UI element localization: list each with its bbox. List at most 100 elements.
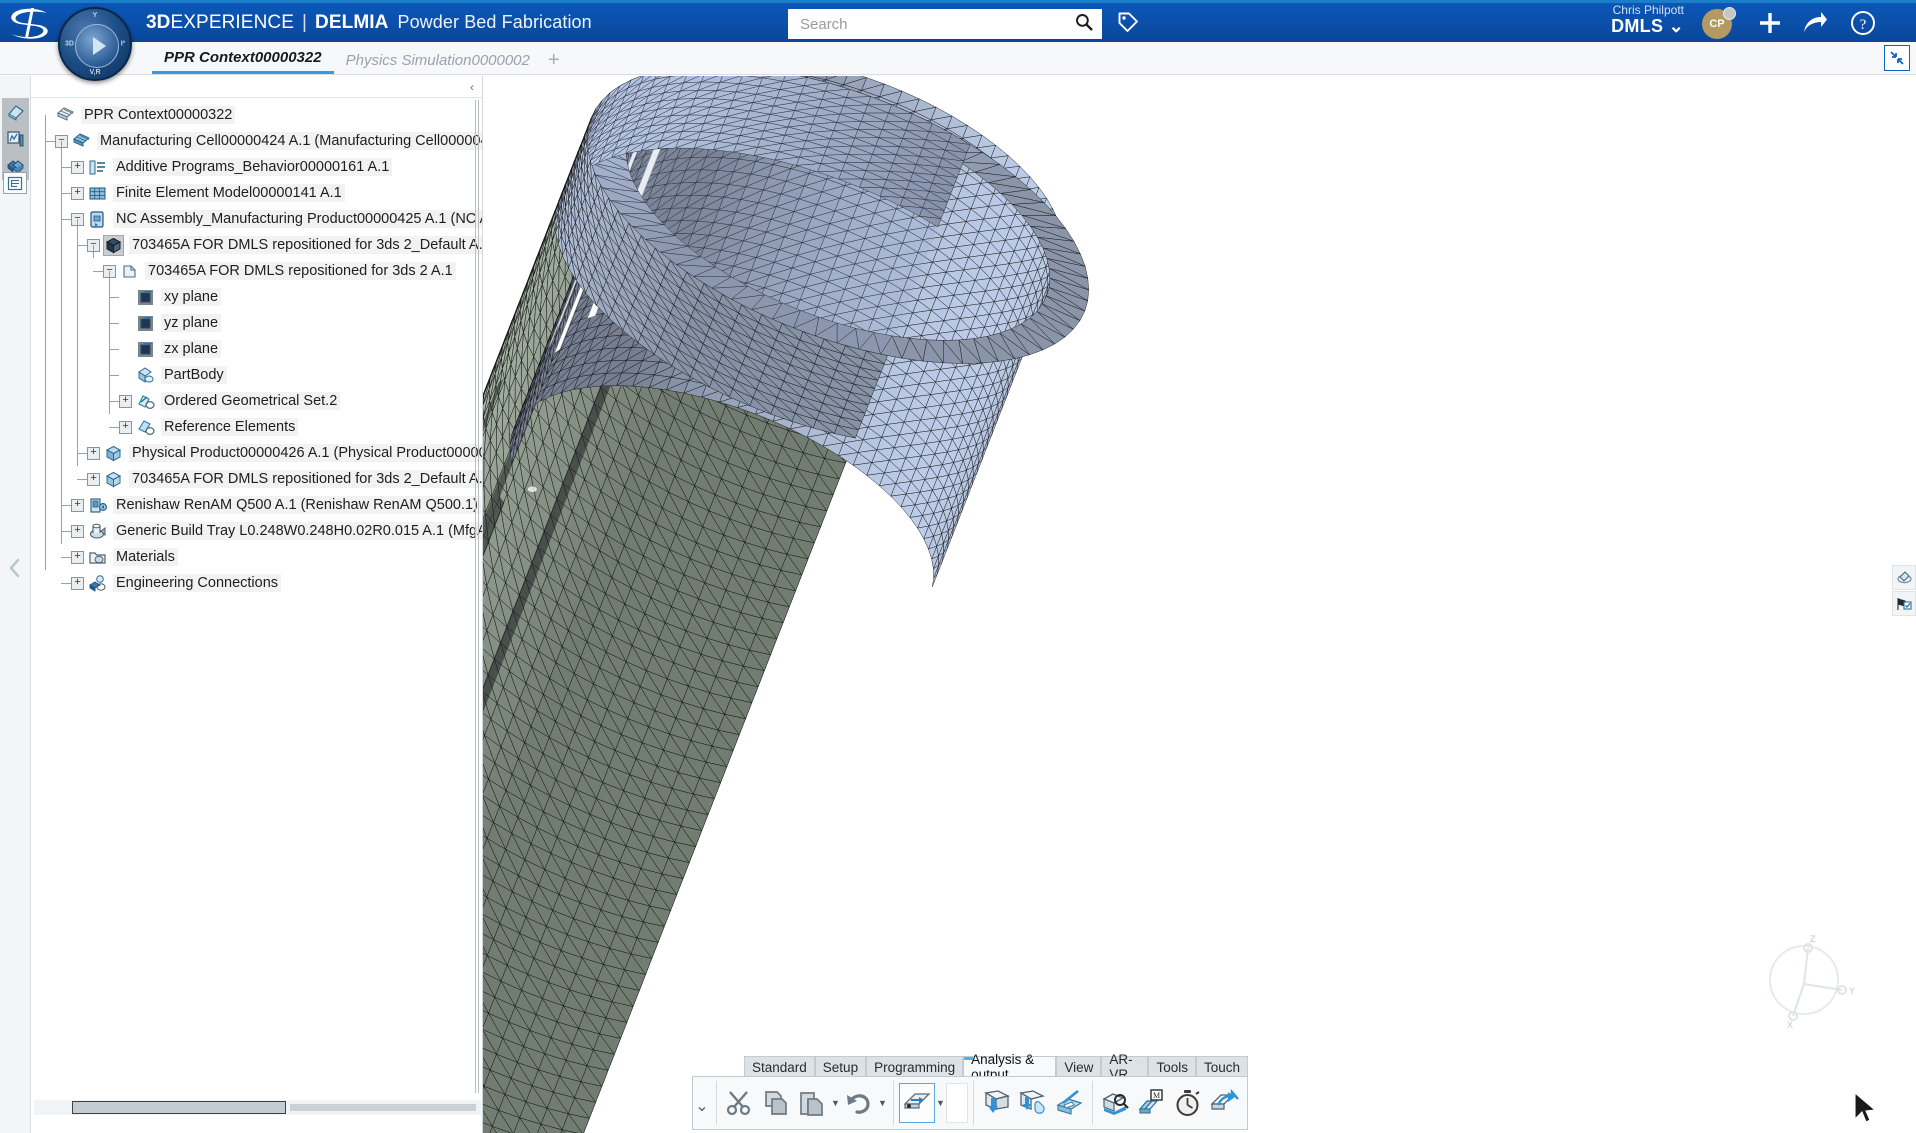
action-tab-tools[interactable]: Tools	[1148, 1056, 1196, 1077]
triad-label-z: Z	[1810, 934, 1816, 944]
action-bar-expand-chevron[interactable]: ⌄	[693, 1090, 711, 1116]
chevron-down-icon[interactable]: ⌄	[1669, 16, 1684, 36]
paste-icon[interactable]	[794, 1083, 830, 1123]
tree-toggle-plus[interactable]: +	[71, 577, 84, 590]
visualization-icon[interactable]	[1892, 565, 1916, 590]
tree-toggle-plus[interactable]: +	[119, 395, 132, 408]
simulation-chart-icon[interactable]	[5, 129, 27, 149]
build-time-estimate-icon[interactable]	[1170, 1083, 1206, 1123]
user-role[interactable]: DMLS ⌄	[1611, 17, 1684, 36]
tree-vertical-scrollbar[interactable]	[474, 100, 481, 1093]
publish-output-icon[interactable]	[1206, 1083, 1242, 1123]
tree-hscroll-thumb[interactable]	[72, 1101, 286, 1114]
viewport-right-tools	[1892, 565, 1916, 617]
action-tab-standard[interactable]: Standard	[744, 1056, 815, 1077]
avatar[interactable]: CP	[1702, 9, 1732, 39]
action-tab-view[interactable]: View	[1056, 1056, 1101, 1077]
manufacturing-cell-icon	[72, 132, 91, 151]
tree-connector-stub	[45, 141, 55, 142]
3d-model-mesh[interactable]	[483, 76, 1916, 1133]
tree-node[interactable]: + Physical Product00000426 A.1 (Physical …	[31, 440, 483, 466]
finite-element-icon	[88, 184, 107, 203]
compass-label-bottom: V,R	[89, 69, 100, 76]
copy-icon[interactable]	[758, 1083, 794, 1123]
manual-extract-icon[interactable]	[1015, 1083, 1051, 1123]
extract-results-icon[interactable]	[979, 1083, 1015, 1123]
tree-hscroll-track[interactable]	[290, 1104, 476, 1111]
action-bar-tabs: StandardSetupProgrammingAnalysis & outpu…	[744, 1056, 1248, 1077]
collapse-arrows-icon[interactable]	[1884, 45, 1910, 71]
tree-node[interactable]: zx plane	[31, 336, 483, 362]
plus-icon[interactable]	[1755, 8, 1785, 43]
action-tab-setup[interactable]: Setup	[815, 1056, 866, 1077]
share-icon[interactable]	[1800, 8, 1830, 43]
tree-collapse-chevron[interactable]: ‹	[462, 76, 482, 98]
tree-node[interactable]: +Finite Element Model00000141 A.1	[31, 180, 483, 206]
tree-toggle-plus[interactable]: +	[87, 473, 100, 486]
tree-node[interactable]: +703465A FOR DMLS repositioned for 3ds 2…	[31, 466, 483, 492]
tab-ppr-context[interactable]: PPR Context00000322	[152, 49, 334, 74]
undo-dropdown-caret[interactable]: ▼	[877, 1098, 888, 1108]
brand-3d: 3D	[146, 12, 171, 34]
tree-node-label: Physical Product00000426 A.1 (Physical P…	[129, 444, 483, 462]
paste-dropdown-caret[interactable]: ▼	[830, 1098, 841, 1108]
3ds-logo[interactable]	[0, 2, 64, 44]
add-tab-button[interactable]: +	[548, 49, 560, 74]
tree-node[interactable]: + Ordered Geometrical Set.2	[31, 388, 483, 414]
search-input[interactable]	[800, 16, 1074, 33]
chevron-left-icon[interactable]	[7, 556, 23, 585]
tree-node[interactable]: +Generic Build Tray L0.248W0.248H0.02R0.…	[31, 518, 483, 544]
plane-icon	[136, 314, 155, 333]
tree-node[interactable]: PPR Context00000322	[31, 102, 483, 128]
tree-node-label: Ordered Geometrical Set.2	[161, 392, 340, 410]
tree-node[interactable]: xy plane	[31, 284, 483, 310]
tree-node[interactable]: +Engineering Connections	[31, 570, 483, 596]
export-simulation-icon[interactable]	[899, 1083, 935, 1123]
tree-toggle-plus[interactable]: +	[71, 161, 84, 174]
geometry-icon[interactable]	[5, 102, 27, 122]
search-icon[interactable]	[1074, 12, 1094, 37]
undo-icon[interactable]	[841, 1083, 877, 1123]
tree-horizontal-scrollbar[interactable]	[34, 1100, 481, 1115]
tree-toggle-plus[interactable]: +	[71, 499, 84, 512]
tree-node[interactable]: PartBody	[31, 362, 483, 388]
layer-measure-icon[interactable]: M	[1134, 1083, 1170, 1123]
tree-node[interactable]: +Renishaw RenAM Q500 A.1 (Renishaw RenAM…	[31, 492, 483, 518]
tree-toggle-plus[interactable]: +	[71, 187, 84, 200]
tag-icon[interactable]	[1116, 10, 1140, 39]
tree-toggle-plus[interactable]: +	[119, 421, 132, 434]
question-mark-icon[interactable]: ?	[1848, 8, 1878, 43]
selection-flag-icon[interactable]	[1892, 591, 1916, 616]
tree-node[interactable]: +Materials	[31, 544, 483, 570]
tree-node[interactable]: −NC Assembly_Manufacturing Product000004…	[31, 206, 483, 232]
cut-icon[interactable]	[722, 1083, 758, 1123]
compass-play-button[interactable]	[75, 24, 119, 68]
tree-connector-stub	[61, 219, 71, 220]
tree-toggle-plus[interactable]: +	[71, 551, 84, 564]
tree-toggle-plus[interactable]: +	[87, 447, 100, 460]
user-block[interactable]: Chris Philpott DMLS ⌄	[1611, 4, 1684, 35]
action-bar-separator-2	[893, 1081, 894, 1125]
tree-toggle-plus[interactable]: +	[71, 525, 84, 538]
search-box[interactable]	[788, 9, 1102, 39]
tree-connector-stub	[77, 479, 87, 480]
tree-node[interactable]: −703465A FOR DMLS repositioned for 3ds 2…	[31, 232, 483, 258]
tree-node[interactable]: + Reference Elements	[31, 414, 483, 440]
action-tab-programming[interactable]: Programming	[866, 1056, 963, 1077]
tree-node[interactable]: yz plane	[31, 310, 483, 336]
tree-node[interactable]: +Additive Programs_Behavior00000161 A.1	[31, 154, 483, 180]
tree-connector-stub	[61, 193, 71, 194]
action-tab-ar-vr[interactable]: AR-VR	[1101, 1056, 1148, 1077]
tree-outline-icon[interactable]	[3, 172, 27, 194]
tab-physics-simulation[interactable]: Physics Simulation0000002	[334, 52, 542, 74]
action-tab-touch[interactable]: Touch	[1196, 1056, 1248, 1077]
tree-node-label: Reference Elements	[161, 418, 298, 436]
compensate-shape-icon[interactable]	[1051, 1083, 1087, 1123]
action-tab-analysis-output[interactable]: Analysis & output	[963, 1056, 1056, 1077]
inspect-results-icon[interactable]	[1098, 1083, 1134, 1123]
navigation-compass[interactable]: Y V,R 3D I²	[58, 7, 132, 81]
3d-viewport[interactable]: Z Y X	[483, 76, 1916, 1133]
export-dropdown-caret[interactable]: ▼	[935, 1098, 946, 1108]
tree-node[interactable]: −Manufacturing Cell00000424 A.1 (Manufac…	[31, 128, 483, 154]
tree-node-label: zx plane	[161, 340, 221, 358]
